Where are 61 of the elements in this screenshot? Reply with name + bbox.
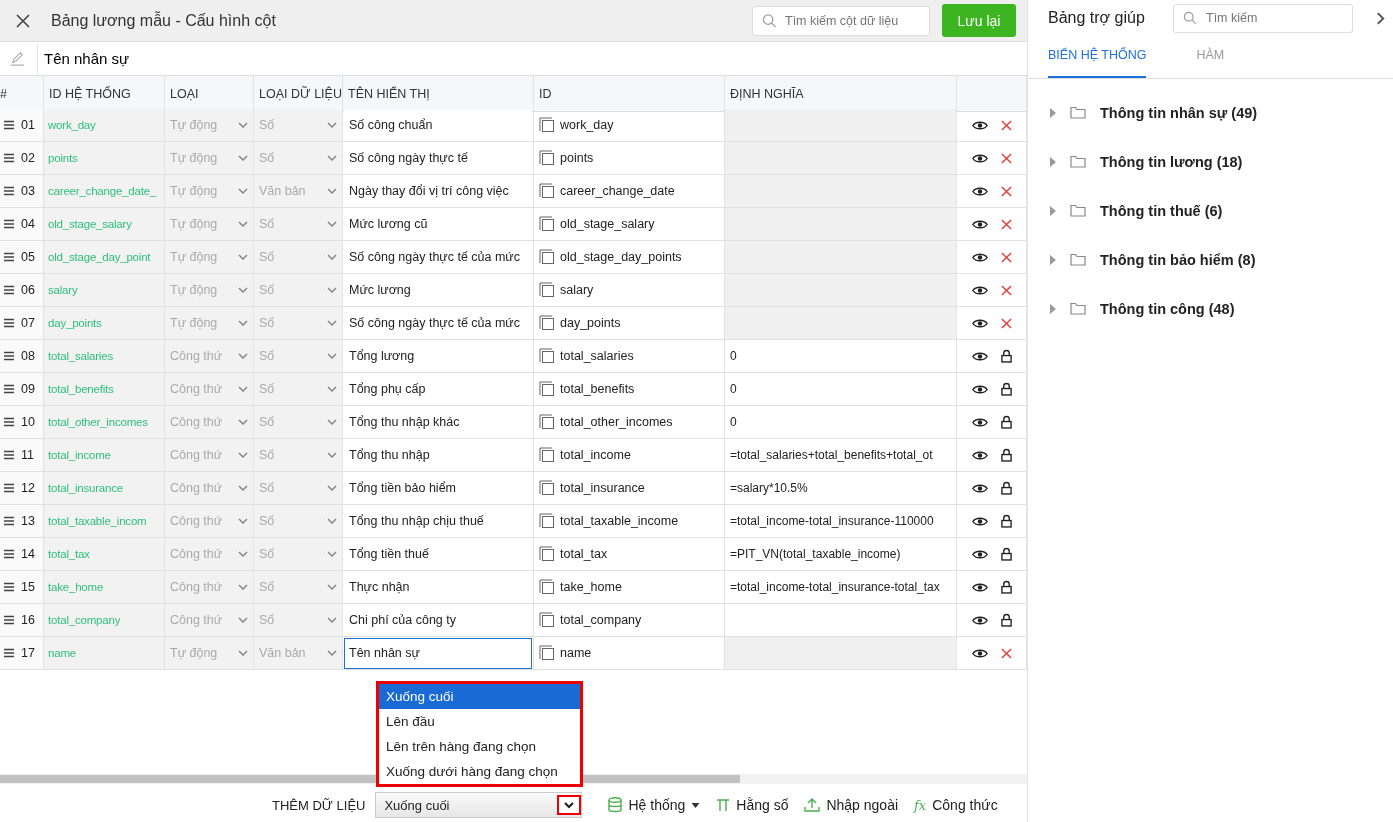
window-title: Bảng lương mẫu - Cấu hình cột xyxy=(51,11,276,30)
system-id-cell: total_benefits xyxy=(44,373,165,406)
row-number: 03 xyxy=(21,184,35,198)
column-id: total_salaries xyxy=(560,349,634,363)
column-id: old_stage_day_points xyxy=(560,250,682,264)
panel-title: Bảng trợ giúp xyxy=(1048,9,1146,27)
system-id-cell: points xyxy=(44,142,165,175)
system-id-cell: total_taxable_incom xyxy=(44,505,165,538)
column-id: work_day xyxy=(560,118,614,132)
column-header: # xyxy=(0,76,44,112)
row-number: 11 xyxy=(21,448,34,462)
row-number: 15 xyxy=(21,580,35,594)
column-id: name xyxy=(560,646,592,660)
column-id: total_insurance xyxy=(560,481,645,495)
column-id: old_stage_salary xyxy=(560,217,655,231)
system-id-cell: take_home xyxy=(44,571,165,604)
column-header: ĐỊNH NGHĨA xyxy=(725,76,957,112)
column-header: ID HỆ THỐNG xyxy=(44,76,165,112)
column-header: ID xyxy=(534,76,725,112)
column-header: LOẠI xyxy=(165,76,254,112)
row-number: 13 xyxy=(21,514,35,528)
system-id-cell: name xyxy=(44,637,165,670)
system-id-cell: total_insurance xyxy=(44,472,165,505)
column-id: points xyxy=(560,151,594,165)
row-number: 06 xyxy=(21,283,35,297)
column-id: total_tax xyxy=(560,547,608,561)
system-id-cell: career_change_date_ xyxy=(44,175,165,208)
column-header: TÊN HIỂN THỊ xyxy=(343,76,534,112)
column-id: total_other_incomes xyxy=(560,415,673,429)
row-number: 05 xyxy=(21,250,35,264)
row-number: 17 xyxy=(21,646,35,660)
row-number: 10 xyxy=(21,415,35,429)
system-id-cell: salary xyxy=(44,274,165,307)
system-id-cell: total_income xyxy=(44,439,165,472)
system-id-cell: total_tax xyxy=(44,538,165,571)
column-header: LOẠI DỮ LIỆU xyxy=(254,76,343,112)
column-id: day_points xyxy=(560,316,621,330)
column-id: career_change_date xyxy=(560,184,675,198)
row-number: 08 xyxy=(21,349,35,363)
system-id-cell: work_day xyxy=(44,109,165,142)
row-number: 04 xyxy=(21,217,35,231)
row-number: 01 xyxy=(21,118,35,132)
row-number: 16 xyxy=(21,613,35,627)
row-number: 07 xyxy=(21,316,35,330)
row-number: 12 xyxy=(21,481,35,495)
row-number: 09 xyxy=(21,382,35,396)
row-number: 14 xyxy=(21,547,35,561)
system-id-cell: total_company xyxy=(44,604,165,637)
row-number: 02 xyxy=(21,151,35,165)
column-id: salary xyxy=(560,283,594,297)
column-id: total_benefits xyxy=(560,382,635,396)
column-id: total_taxable_income xyxy=(560,514,679,528)
column-id: take_home xyxy=(560,580,622,594)
system-id-cell: day_points xyxy=(44,307,165,340)
add-data-label: THÊM DỮ LIỆU xyxy=(272,797,366,813)
system-id-cell: old_stage_salary xyxy=(44,208,165,241)
system-id-cell: total_salaries xyxy=(44,340,165,373)
system-id-cell: old_stage_day_point xyxy=(44,241,165,274)
column-id: total_income xyxy=(560,448,631,462)
column-id: total_company xyxy=(560,613,642,627)
system-id-cell: total_other_incomes xyxy=(44,406,165,439)
